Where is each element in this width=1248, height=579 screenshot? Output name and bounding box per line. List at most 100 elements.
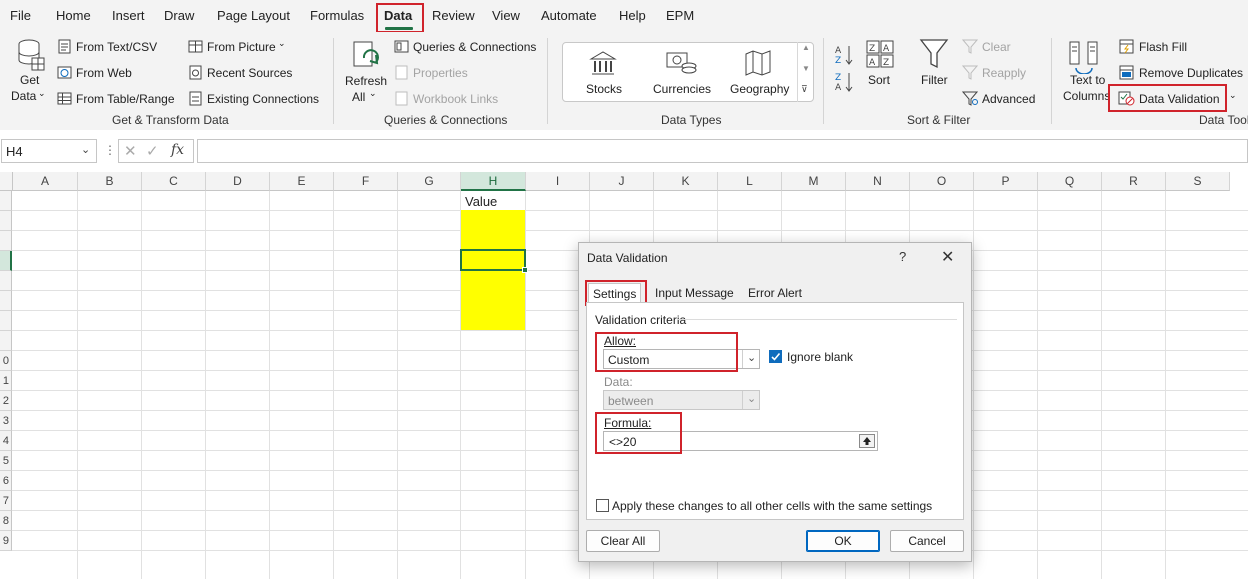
apply-all-label[interactable]: Apply these changes to all other cells w… xyxy=(612,499,932,513)
cell-h2-value[interactable]: Value xyxy=(465,194,497,209)
flash-fill-button[interactable]: Flash Fill xyxy=(1139,40,1187,54)
column-header-h[interactable]: H xyxy=(461,172,526,191)
from-text-csv-button[interactable]: From Text/CSV xyxy=(76,40,157,54)
menu-page-layout[interactable]: Page Layout xyxy=(217,8,290,23)
name-box[interactable]: H4 ⌄ xyxy=(1,139,97,163)
text-to-columns-label-1[interactable]: Text to xyxy=(1070,73,1105,87)
get-data-label-1[interactable]: Get xyxy=(20,73,39,87)
apply-all-checkbox[interactable] xyxy=(596,499,609,512)
row-header[interactable] xyxy=(0,311,12,331)
sort-button[interactable]: Sort xyxy=(868,73,890,87)
column-header-q[interactable]: Q xyxy=(1038,172,1102,191)
cancel-button[interactable]: Cancel xyxy=(890,530,964,552)
currencies-button[interactable]: Currencies xyxy=(653,82,711,96)
more-options-icon[interactable]: ⋮ xyxy=(104,143,116,157)
data-select[interactable]: between ⌄ xyxy=(603,390,760,410)
menu-epm[interactable]: EPM xyxy=(666,8,694,23)
allow-dropdown-icon[interactable]: ⌄ xyxy=(742,350,759,368)
reapply-button[interactable]: Reapply xyxy=(982,66,1026,80)
from-table-range-button[interactable]: From Table/Range xyxy=(76,92,175,106)
row-header[interactable] xyxy=(0,231,12,251)
recent-sources-button[interactable]: Recent Sources xyxy=(207,66,292,80)
row-header[interactable] xyxy=(0,331,12,351)
menu-file[interactable]: File xyxy=(10,8,31,23)
ignore-blank-label[interactable]: Ignore blank xyxy=(787,350,853,364)
column-header-i[interactable]: I xyxy=(526,172,590,191)
column-header-s[interactable]: S xyxy=(1166,172,1230,191)
column-header-c[interactable]: C xyxy=(142,172,206,191)
existing-connections-button[interactable]: Existing Connections xyxy=(207,92,319,106)
remove-duplicates-button[interactable]: Remove Duplicates xyxy=(1139,66,1243,80)
column-header-r[interactable]: R xyxy=(1102,172,1166,191)
menu-formulas[interactable]: Formulas xyxy=(310,8,364,23)
clear-all-button[interactable]: Clear All xyxy=(586,530,660,552)
row-header[interactable]: 2 xyxy=(0,391,12,411)
tab-input-message[interactable]: Input Message xyxy=(651,283,738,303)
workbook-links-button[interactable]: Workbook Links xyxy=(413,92,498,106)
select-all-corner[interactable] xyxy=(0,172,13,191)
formula-input[interactable] xyxy=(197,139,1248,163)
column-header-g[interactable]: G xyxy=(398,172,461,191)
column-header-a[interactable]: A xyxy=(13,172,78,191)
scroll-down-icon[interactable]: ▼ xyxy=(802,64,810,73)
refresh-chevron-icon[interactable]: ⌄ xyxy=(369,88,377,99)
collapse-dialog-button[interactable] xyxy=(859,434,875,448)
row-header[interactable]: 3 xyxy=(0,411,12,431)
row-header[interactable]: 7 xyxy=(0,491,12,511)
row-header[interactable]: 5 xyxy=(0,451,12,471)
row-header[interactable]: 8 xyxy=(0,511,12,531)
row-header[interactable]: 4 xyxy=(0,431,12,451)
close-button[interactable]: ✕ xyxy=(941,247,954,267)
tab-error-alert[interactable]: Error Alert xyxy=(744,283,806,303)
refresh-all-label-1[interactable]: Refresh xyxy=(345,74,387,88)
row-header[interactable] xyxy=(0,211,12,231)
menu-insert[interactable]: Insert xyxy=(112,8,145,23)
column-header-o[interactable]: O xyxy=(910,172,974,191)
column-header-e[interactable]: E xyxy=(270,172,334,191)
column-header-k[interactable]: K xyxy=(654,172,718,191)
clear-button[interactable]: Clear xyxy=(982,40,1011,54)
row-header[interactable] xyxy=(0,251,12,271)
menu-draw[interactable]: Draw xyxy=(164,8,194,23)
menu-view[interactable]: View xyxy=(492,8,520,23)
data-dropdown-icon[interactable]: ⌄ xyxy=(742,391,759,409)
text-to-columns-label-2[interactable]: Columns xyxy=(1063,89,1110,103)
row-header[interactable]: 6 xyxy=(0,471,12,491)
menu-review[interactable]: Review xyxy=(432,8,475,23)
active-cell-h4[interactable] xyxy=(460,249,526,271)
get-data-chevron-icon[interactable]: ⌄ xyxy=(38,88,46,99)
filter-button[interactable]: Filter xyxy=(921,73,948,87)
row-header[interactable]: 0 xyxy=(0,351,12,371)
ignore-blank-checkbox[interactable] xyxy=(769,350,782,363)
confirm-entry-icon[interactable]: ✓ xyxy=(146,142,159,160)
fill-handle[interactable] xyxy=(522,267,528,273)
ok-button[interactable]: OK xyxy=(806,530,880,552)
column-header-j[interactable]: J xyxy=(590,172,654,191)
name-box-chevron-icon[interactable]: ⌄ xyxy=(81,143,90,156)
properties-button[interactable]: Properties xyxy=(413,66,468,80)
help-button[interactable]: ? xyxy=(899,249,906,264)
get-data-label-2[interactable]: Data xyxy=(11,89,36,103)
data-types-scrollbar[interactable]: ▲ ▼ ⊽ xyxy=(797,42,814,102)
from-picture-button[interactable]: From Picture xyxy=(207,40,276,54)
from-picture-chevron-icon[interactable]: ⌄ xyxy=(278,38,286,49)
geography-button[interactable]: Geography xyxy=(730,82,789,96)
column-header-f[interactable]: F xyxy=(334,172,398,191)
column-header-b[interactable]: B xyxy=(78,172,142,191)
refresh-all-label-2[interactable]: All xyxy=(352,90,365,104)
menu-help[interactable]: Help xyxy=(619,8,646,23)
cancel-entry-icon[interactable]: ✕ xyxy=(124,142,137,160)
stocks-button[interactable]: Stocks xyxy=(586,82,622,96)
row-header[interactable] xyxy=(0,291,12,311)
data-validation-chevron-icon[interactable]: ⌄ xyxy=(1229,90,1237,101)
column-header-m[interactable]: M xyxy=(782,172,846,191)
insert-function-icon[interactable]: fx xyxy=(171,142,184,158)
menu-home[interactable]: Home xyxy=(56,8,91,23)
menu-automate[interactable]: Automate xyxy=(541,8,597,23)
column-header-l[interactable]: L xyxy=(718,172,782,191)
advanced-button[interactable]: Advanced xyxy=(982,92,1035,106)
column-header-n[interactable]: N xyxy=(846,172,910,191)
row-header[interactable] xyxy=(0,191,12,211)
column-header-p[interactable]: P xyxy=(974,172,1038,191)
row-header[interactable]: 9 xyxy=(0,531,12,551)
